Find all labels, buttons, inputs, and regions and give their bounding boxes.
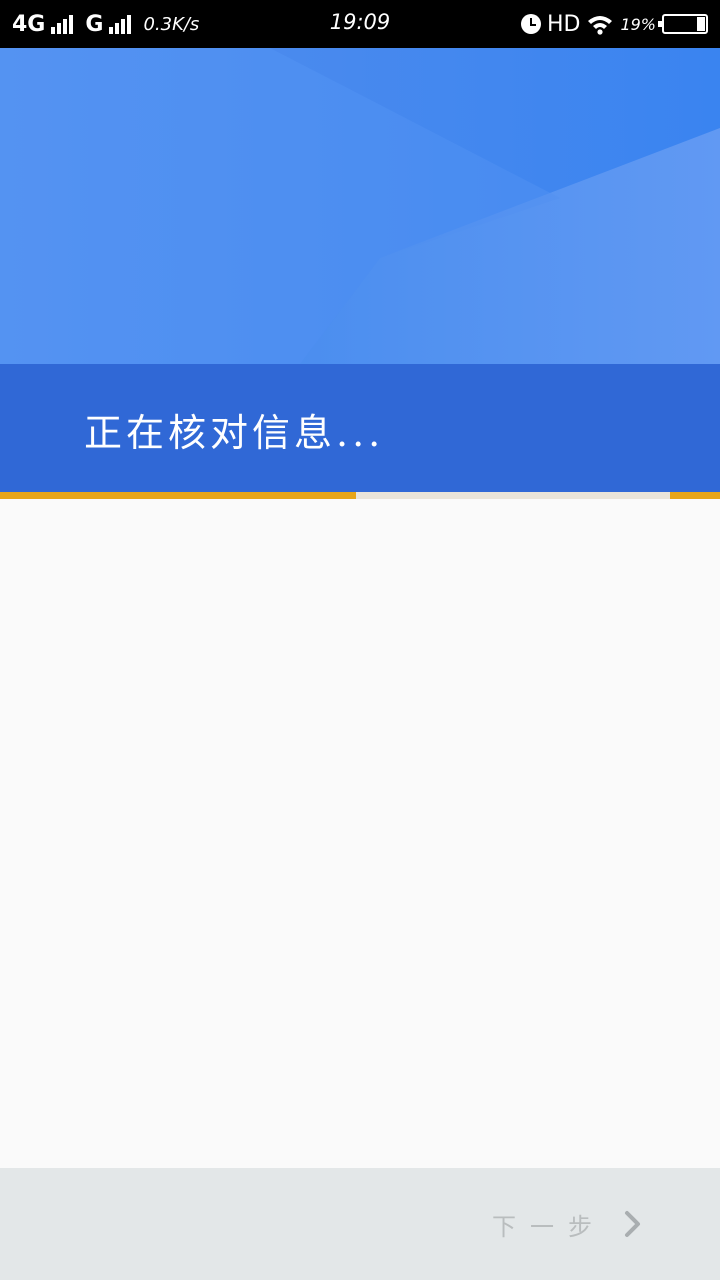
signal-strength-icon-secondary [109, 14, 132, 34]
chevron-right-icon [625, 1211, 640, 1237]
network-type-secondary: G [85, 11, 104, 37]
progress-segment [0, 492, 356, 499]
network-type-primary: 4G [12, 11, 46, 37]
battery-icon [658, 14, 708, 34]
alarm-icon [520, 14, 541, 34]
screen: 4G G 0.3K/s 19:09 HD 19% 正在核对信息... 下一步 [0, 0, 720, 1280]
next-step-button[interactable]: 下一步 [492, 1206, 644, 1242]
status-bar: 4G G 0.3K/s 19:09 HD 19% [0, 0, 720, 48]
progress-track [0, 492, 720, 499]
main-content [0, 499, 720, 1168]
progress-segment [670, 492, 720, 499]
wifi-icon [588, 16, 613, 35]
hd-indicator: HD [546, 11, 581, 37]
network-speed: 0.3K/s [143, 13, 200, 35]
header-banner [0, 48, 720, 364]
battery-percentage: 19% [620, 14, 656, 34]
status-right: HD 19% [520, 11, 708, 37]
header-background [0, 48, 720, 364]
signal-strength-icon [51, 14, 74, 34]
bottom-bar: 下一步 [0, 1168, 720, 1280]
status-left: 4G G 0.3K/s [12, 12, 199, 37]
next-step-label: 下一步 [492, 1212, 606, 1241]
page-title: 正在核对信息... [84, 411, 385, 455]
battery-fill [697, 17, 705, 31]
